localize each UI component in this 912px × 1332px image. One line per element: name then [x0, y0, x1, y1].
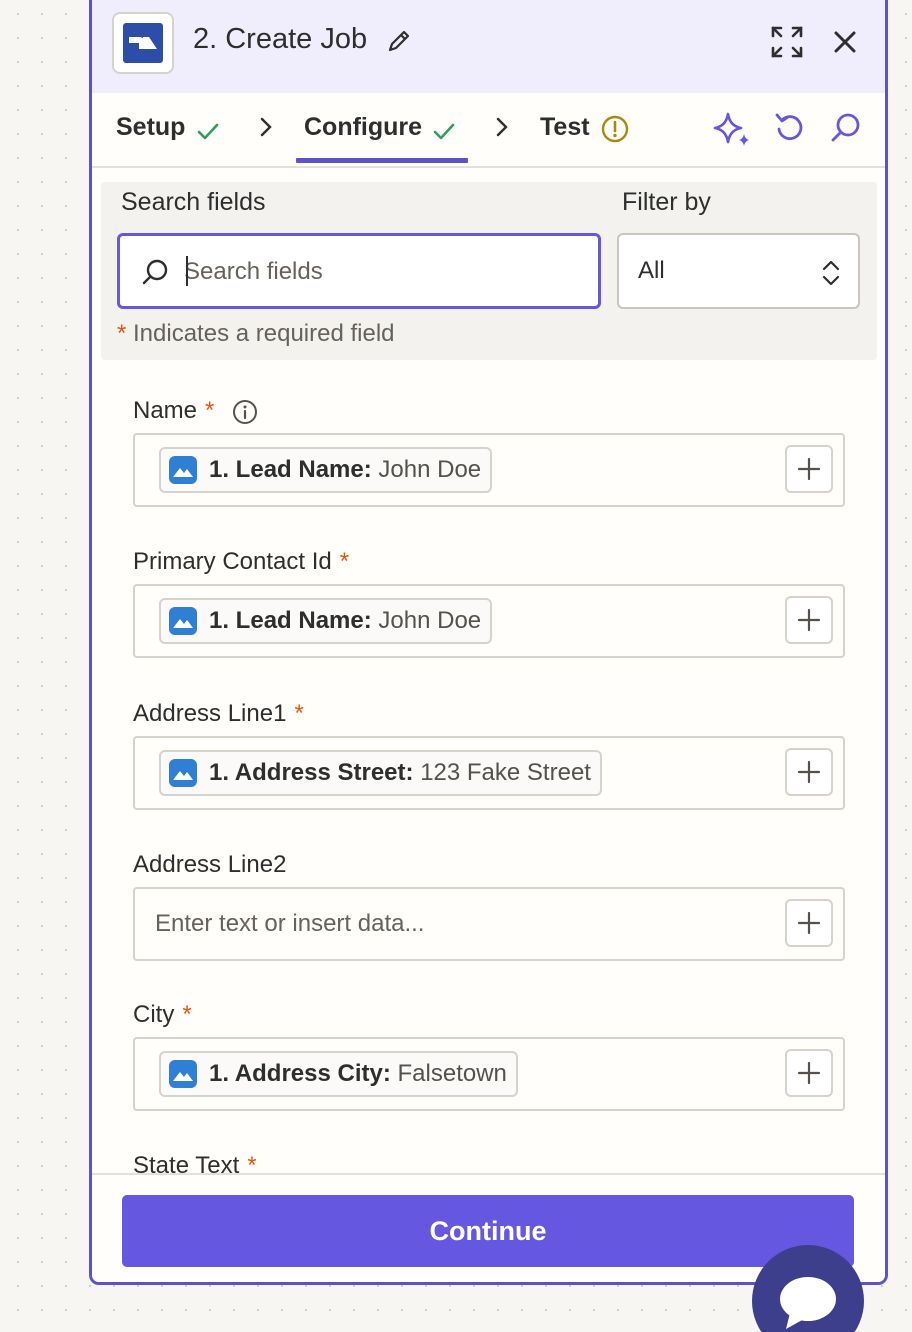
data-pill[interactable]: 1. Address City: Falsetown [159, 1051, 518, 1097]
insert-data-button[interactable] [785, 899, 833, 947]
field-input-address-line2[interactable]: Enter text or insert data... [133, 887, 845, 961]
search-fields-label: Search fields [121, 188, 266, 216]
mountain-app-icon [169, 759, 197, 787]
required-star: * [294, 700, 304, 727]
plus-icon [797, 608, 821, 632]
required-note: * Indicates a required field [117, 320, 395, 348]
close-icon[interactable] [832, 29, 858, 55]
plus-icon [797, 457, 821, 481]
step-tabs: Setup Configure Test [92, 93, 885, 168]
required-star: * [205, 397, 215, 424]
required-star: * [182, 1001, 192, 1028]
step-header: 2. Create Job [92, 0, 885, 93]
plus-icon [797, 760, 821, 784]
chat-icon [780, 1277, 836, 1329]
check-icon [197, 123, 219, 140]
tab-configure[interactable]: Configure [304, 113, 422, 142]
sparkle-icon[interactable] [712, 110, 752, 148]
data-pill[interactable]: 1. Address Street: 123 Fake Street [159, 750, 602, 796]
text-caret [186, 256, 188, 286]
insert-data-button[interactable] [785, 1049, 833, 1097]
editor-panel: 2. Create Job Setup Configure Test Searc… [89, 0, 888, 1285]
active-tab-indicator [296, 158, 468, 163]
filter-select[interactable]: All [617, 233, 860, 309]
mountain-app-icon [169, 456, 197, 484]
search-icon [142, 259, 168, 285]
required-star: * [117, 320, 127, 347]
data-pill[interactable]: 1. Lead Name: John Doe [159, 447, 493, 493]
field-label-address-line2: Address Line2 [133, 851, 287, 878]
info-icon[interactable] [232, 399, 258, 425]
search-input[interactable] [184, 254, 584, 290]
pencil-icon[interactable] [386, 28, 412, 54]
insert-data-button[interactable] [785, 445, 833, 493]
expand-icon[interactable] [770, 25, 804, 59]
search-input-wrapper[interactable] [117, 233, 601, 309]
field-label-city: City * [133, 1001, 192, 1028]
check-icon [433, 123, 455, 140]
insert-data-button[interactable] [785, 596, 833, 644]
plus-icon [797, 911, 821, 935]
mountain-app-icon [169, 607, 197, 635]
insert-data-button[interactable] [785, 748, 833, 796]
field-search-box: Search fields Filter by All * Indicates … [101, 182, 877, 360]
field-input-city[interactable]: 1. Address City: Falsetown [133, 1037, 845, 1111]
data-pill[interactable]: 1. Lead Name: John Doe [159, 598, 493, 644]
tab-test[interactable]: Test [540, 113, 590, 142]
updown-icon [822, 260, 840, 286]
search-icon[interactable] [829, 111, 863, 145]
field-placeholder: Enter text or insert data... [155, 910, 425, 937]
step-title: 2. Create Job [193, 23, 368, 55]
warning-icon [601, 115, 629, 143]
field-label-address-line1: Address Line1 * [133, 700, 304, 727]
undo-icon[interactable] [773, 111, 807, 145]
field-input-name[interactable]: 1. Lead Name: John Doe [133, 433, 845, 507]
field-input-address-line1[interactable]: 1. Address Street: 123 Fake Street [133, 736, 845, 810]
plus-icon [797, 1061, 821, 1085]
app-logo [112, 12, 174, 74]
continue-button[interactable]: Continue [122, 1195, 854, 1267]
field-input-primary-contact-id[interactable]: 1. Lead Name: John Doe [133, 584, 845, 658]
chevron-right-icon [496, 117, 508, 137]
required-star: * [339, 548, 350, 575]
filter-by-label: Filter by [622, 188, 711, 216]
field-label-primary-contact-id: Primary Contact Id * [133, 548, 350, 575]
mountain-app-icon [169, 1060, 197, 1088]
filter-value: All [638, 257, 665, 284]
chevron-right-icon [260, 117, 272, 137]
tab-setup[interactable]: Setup [116, 113, 185, 142]
field-label-name: Name * [133, 397, 215, 424]
required-note-text: Indicates a required field [133, 320, 395, 347]
